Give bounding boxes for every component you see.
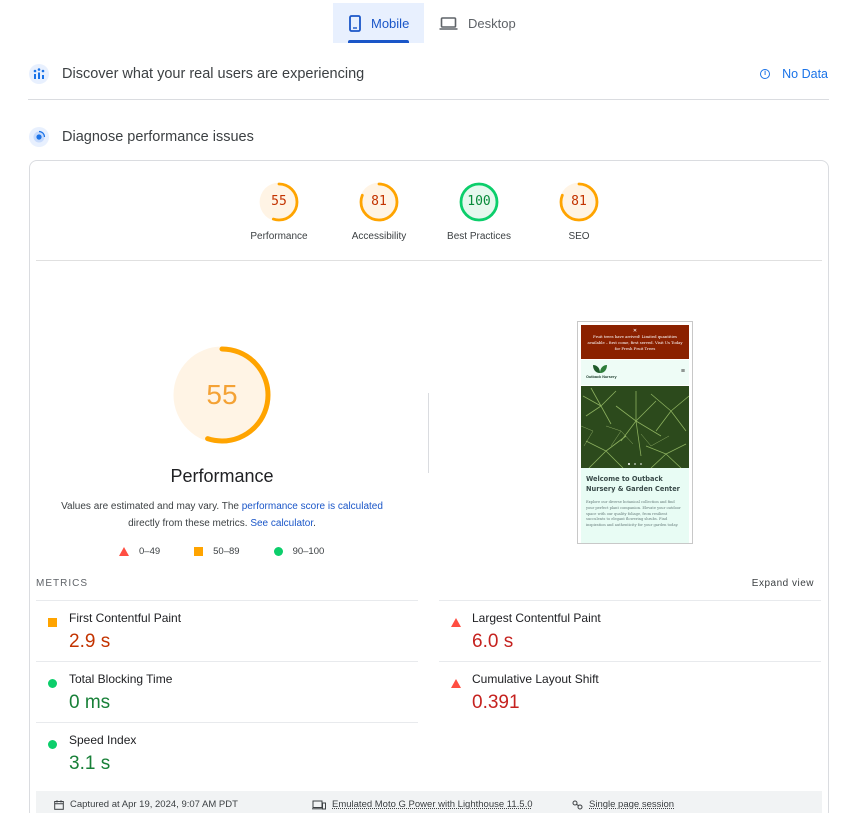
performance-description: Values are estimated and may vary. The p… [52, 498, 392, 532]
gauge-performance[interactable]: 55 Performance [234, 181, 324, 242]
legend-fail: 0–49 [119, 546, 160, 557]
legend-range: 0–49 [139, 546, 161, 557]
screenshot-hero-image [581, 386, 689, 468]
see-calculator-link[interactable]: See calculator [250, 518, 313, 529]
metric-fcp: First Contentful Paint 2.9 s [36, 600, 418, 661]
desc-text: . [313, 518, 316, 529]
gauge-seo[interactable]: 81 SEO [534, 181, 624, 242]
square-icon [48, 614, 57, 632]
diagnose-title: Diagnose performance issues [62, 129, 254, 145]
circle-icon [273, 547, 283, 556]
metric-value: 0 ms [69, 692, 111, 713]
metric-name: First Contentful Paint [69, 611, 182, 625]
laptop-icon [439, 16, 458, 30]
smartphone-icon [349, 14, 361, 32]
screenshot-welcome: Welcome to Outback Nursery & Garden Cent… [581, 468, 689, 543]
gauge-score: 55 [271, 194, 287, 209]
gauge-label: Accessibility [351, 231, 407, 242]
info-icon: i [760, 69, 771, 79]
metric-cls: Cumulative Layout Shift 0.391 [439, 661, 821, 722]
discover-title: Discover what your real users are experi… [62, 66, 365, 82]
no-data-link[interactable]: i No Data [760, 67, 828, 81]
captured-text: Captured at Apr 19, 2024, 9:07 AM PDT [70, 799, 238, 810]
triangle-icon [451, 675, 461, 693]
leaf-logo-icon [593, 365, 607, 373]
device-tabs: Mobile Desktop [333, 3, 530, 43]
section-divider [28, 99, 829, 100]
performance-title: Performance [170, 466, 274, 486]
metric-value: 0.391 [472, 692, 520, 713]
circle-icon [48, 675, 57, 693]
metrics-heading: METRICS [36, 578, 88, 589]
device-info[interactable]: Emulated Moto G Power with Lighthouse 11… [312, 799, 533, 810]
score-legend: 0–49 50–89 90–100 [119, 546, 358, 557]
tab-desktop-label: Desktop [468, 15, 516, 31]
gauge-score: 100 [467, 194, 491, 209]
welcome-description: Explore our diverse botanical collection… [586, 500, 681, 528]
desc-text: directly from these metrics. [128, 518, 251, 529]
metric-name: Total Blocking Time [69, 672, 173, 686]
session-info[interactable]: Single page session [572, 799, 674, 810]
expand-view-button[interactable]: Expand view [752, 578, 814, 589]
diagnose-section-header: Diagnose performance issues [29, 127, 828, 147]
metric-name: Speed Index [69, 733, 137, 747]
gauge-label: SEO [568, 231, 590, 242]
runtime-settings-footer: Captured at Apr 19, 2024, 9:07 AM PDT Em… [36, 791, 822, 813]
session-text: Single page session [589, 799, 675, 810]
triangle-icon [119, 547, 129, 556]
gauge-best-practices[interactable]: 100 Best Practices [434, 181, 524, 242]
performance-score-link[interactable]: performance score is calculated [242, 501, 383, 512]
session-icon [572, 800, 583, 810]
metric-value: 6.0 s [472, 631, 514, 652]
no-data-label: No Data [782, 67, 828, 81]
device-text: Emulated Moto G Power with Lighthouse 11… [332, 799, 533, 810]
lighthouse-report-card: 55 Performance 81 Accessibility 100 Best… [29, 160, 829, 813]
final-screenshot[interactable]: ✕ Fruit trees have arrived! Limited quan… [577, 321, 693, 544]
metric-si: Speed Index 3.1 s [36, 722, 418, 783]
triangle-icon [451, 614, 461, 632]
desc-text: Values are estimated and may vary. The [61, 501, 242, 512]
legend-average: 50–89 [194, 546, 240, 557]
card-divider [36, 260, 822, 261]
gauge-label: Best Practices [447, 231, 511, 242]
circle-icon [48, 736, 57, 754]
metric-tbt: Total Blocking Time 0 ms [36, 661, 418, 722]
captured-info: Captured at Apr 19, 2024, 9:07 AM PDT [54, 799, 238, 810]
legend-range: 90–100 [292, 546, 325, 557]
legend-range: 50–89 [213, 546, 240, 557]
calendar-icon [54, 799, 64, 810]
menu-icon: ≡ [680, 368, 685, 375]
lighthouse-icon [29, 127, 49, 147]
gauge-accessibility[interactable]: 81 Accessibility [334, 181, 424, 242]
tab-mobile-label: Mobile [371, 15, 410, 31]
metric-value: 2.9 s [69, 631, 111, 652]
performance-score-large: 55 [206, 379, 238, 410]
banner-text: Fruit trees have arrived! Limited quanti… [587, 334, 683, 351]
metric-name: Cumulative Layout Shift [472, 672, 599, 686]
tab-desktop[interactable]: Desktop [424, 3, 530, 43]
screenshot-banner: ✕ Fruit trees have arrived! Limited quan… [581, 325, 689, 359]
score-gauges: 55 Performance 81 Accessibility 100 Best… [30, 181, 828, 251]
gauge-label: Performance [250, 231, 308, 242]
metric-name: Largest Contentful Paint [472, 611, 601, 625]
tab-mobile[interactable]: Mobile [333, 3, 424, 43]
users-chart-icon [29, 64, 49, 84]
legend-pass: 90–100 [273, 546, 325, 557]
pine-foliage-image [581, 386, 689, 468]
devices-icon [312, 800, 326, 810]
vertical-divider [428, 393, 429, 473]
square-icon [194, 547, 204, 556]
screenshot-logo: Outback Nursery [586, 375, 617, 379]
metric-value: 3.1 s [69, 753, 111, 774]
discover-section-header: Discover what your real users are experi… [29, 64, 828, 84]
gauge-score: 81 [371, 194, 387, 209]
screenshot-nav: Outback Nursery ≡ [581, 360, 689, 385]
metric-lcp: Largest Contentful Paint 6.0 s [439, 600, 821, 661]
welcome-title: Welcome to Outback Nursery & Garden Cent… [586, 475, 680, 493]
gauge-score: 81 [571, 194, 587, 209]
